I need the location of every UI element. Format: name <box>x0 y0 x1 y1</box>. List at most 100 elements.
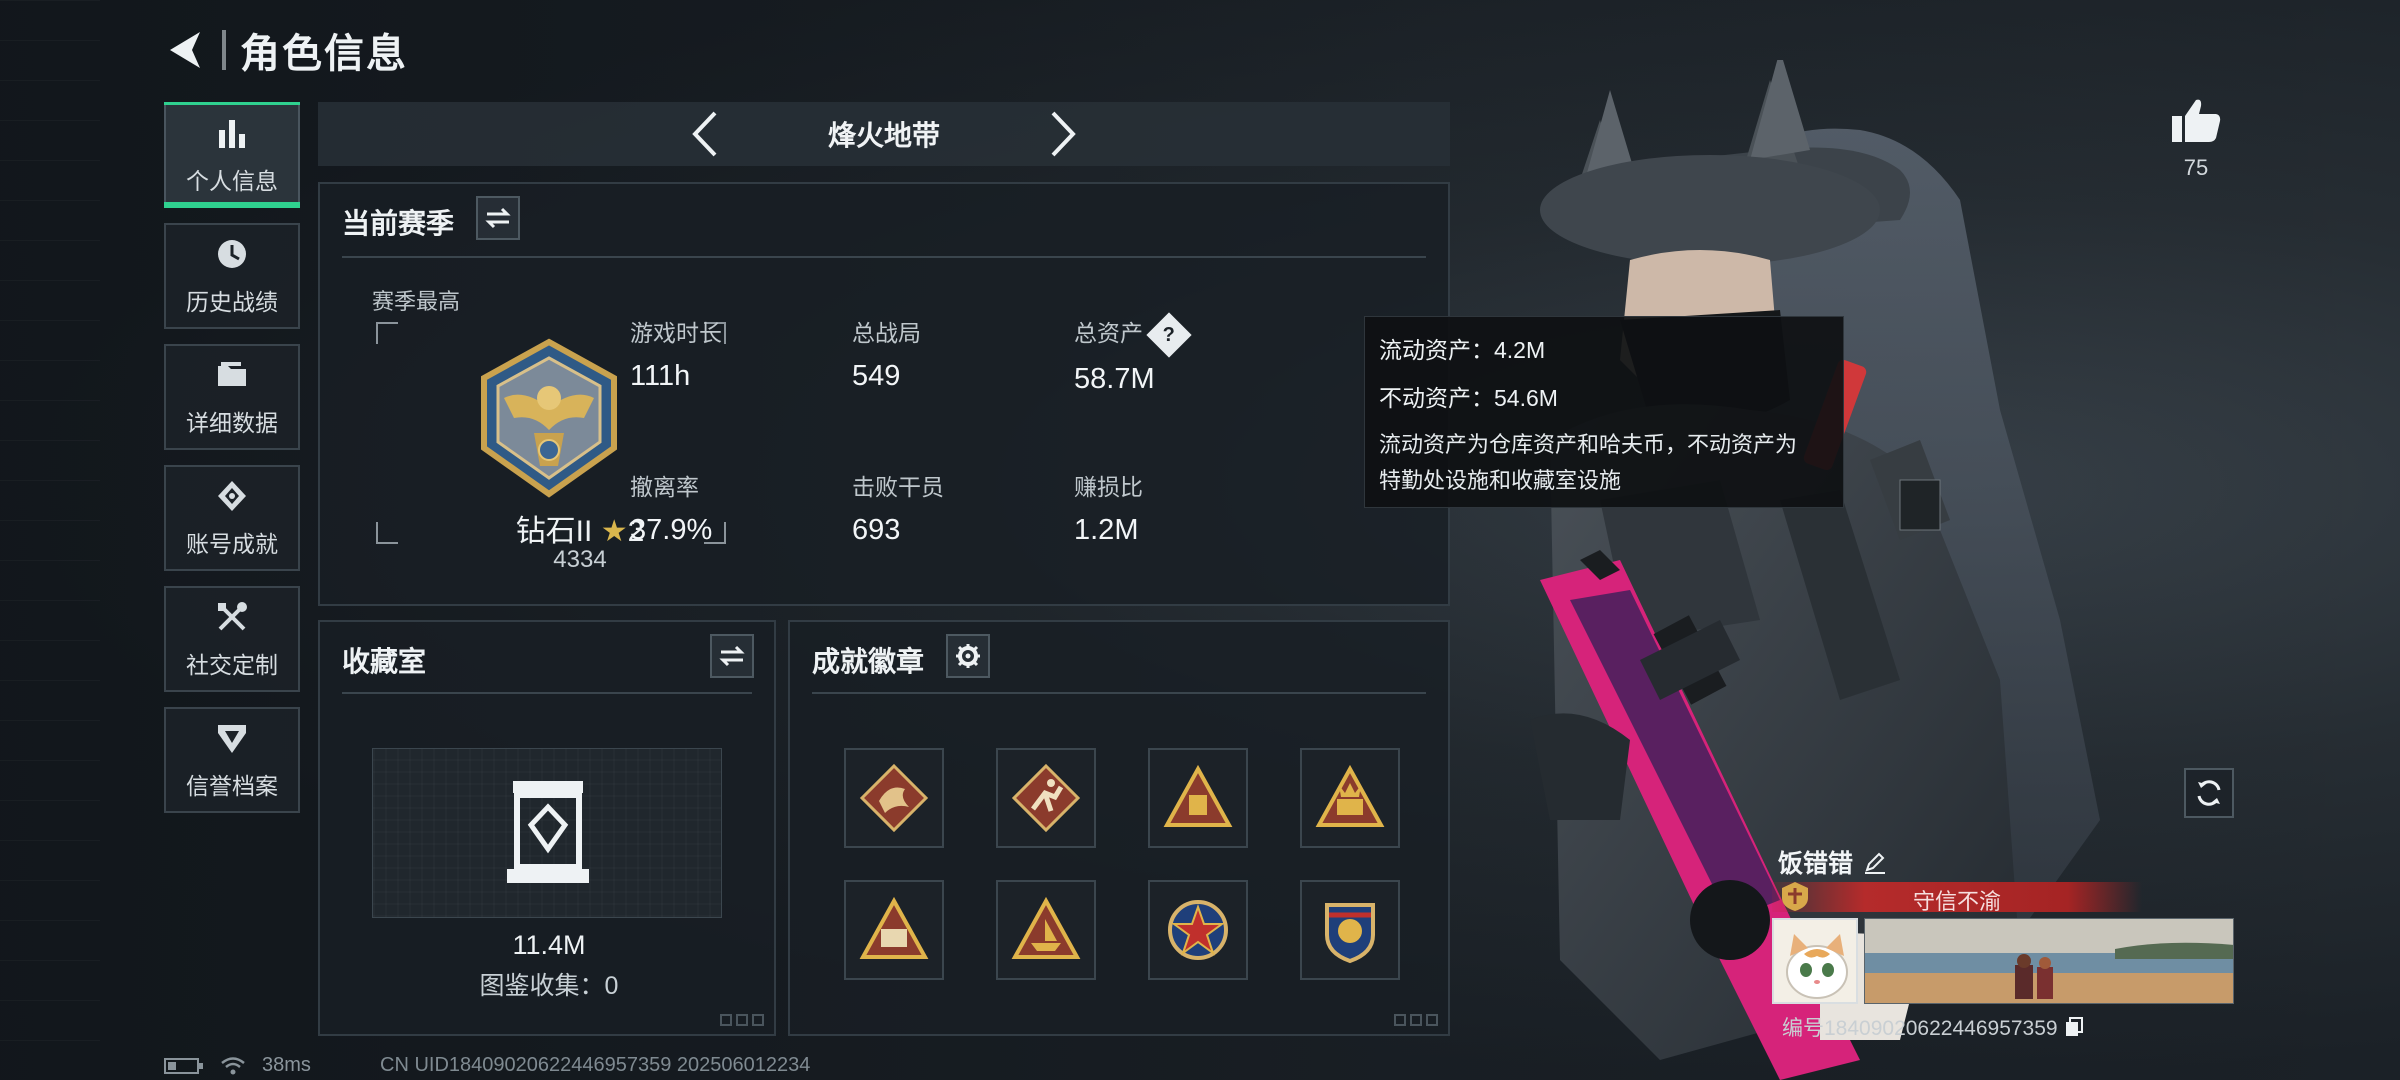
help-icon[interactable]: ? <box>1146 312 1192 358</box>
like-count: 75 <box>2183 155 2209 180</box>
refresh-button[interactable] <box>2184 768 2234 818</box>
fifty-triangle-badge-icon[interactable] <box>1300 748 1400 848</box>
mode-selector: 烽火地带 <box>318 102 1450 166</box>
sidebar-item-detailed-data[interactable]: 详细数据 <box>164 344 300 450</box>
stat-label: 总资产? <box>1074 312 1192 358</box>
stat-label: 总战局 <box>852 320 921 346</box>
season-title: 当前赛季 <box>342 208 455 239</box>
stat-play-time: 游戏时长 111h <box>630 314 722 393</box>
prev-mode-chevron-icon[interactable] <box>674 104 734 164</box>
stat-extraction-rate: 撤离率 37.9% <box>630 468 712 547</box>
next-mode-chevron-icon[interactable] <box>1034 104 1094 164</box>
honor-title: 守信不渝 <box>1912 889 2001 914</box>
tools-icon <box>213 598 251 636</box>
corner-decoration <box>1394 1014 1438 1026</box>
sidebar-item-personal-info[interactable]: 个人信息 <box>164 102 300 208</box>
sidebar-item-achievements[interactable]: 账号成就 <box>164 465 300 571</box>
rank-name: 钻石II <box>515 515 593 548</box>
swap-arrows-icon <box>485 207 511 229</box>
sidebar-item-label: 个人信息 <box>186 168 278 194</box>
stat-profit-loss: 赚损比 1.2M <box>1074 468 1143 547</box>
profile-banner <box>1864 918 2234 1004</box>
stat-label-text: 总资产 <box>1074 320 1143 346</box>
assets-description-2: 特勤处设施和收藏室设施 <box>1379 468 1622 493</box>
star-round-badge-icon[interactable] <box>1148 880 1248 980</box>
copy-icon[interactable] <box>2064 1016 2084 1038</box>
assets-description-1: 流动资产为仓库资产和哈夫币，不动资产为 <box>1379 432 1798 457</box>
page-title: 角色信息 <box>240 32 408 76</box>
collection-count: 图鉴收集：0 <box>479 972 619 1000</box>
stat-operators-defeated: 击败干员 693 <box>852 468 944 547</box>
sidebar-item-social[interactable]: 社交定制 <box>164 586 300 692</box>
profile-card: 饭错错 守信不渝 编号1840902062244695735​9 <box>1772 838 2234 1048</box>
stat-value: 37.9% <box>630 514 713 546</box>
badges-panel: 成就徽章 <box>788 620 1450 1036</box>
rank-medal-icon <box>481 338 617 498</box>
status-bar: 38ms <box>164 1054 311 1077</box>
sidebar-item-label: 社交定制 <box>186 652 278 678</box>
stat-value: 1.2M <box>1074 514 1139 546</box>
avatar[interactable] <box>1772 918 1858 1004</box>
honor-emblem-icon <box>1782 882 1808 911</box>
player-id: 编号1840902062244695735​9 <box>1782 1017 2058 1040</box>
rank-name-row: 钻石II ★2 <box>320 506 840 550</box>
badges-settings-button[interactable] <box>946 634 990 678</box>
divider <box>342 692 752 694</box>
frame-corner <box>376 322 398 344</box>
clock-icon <box>213 235 251 273</box>
stat-total-assets: 总资产? 58.7M <box>1074 312 1192 396</box>
like-widget[interactable]: 75 <box>2166 96 2226 181</box>
sidebar-item-label: 详细数据 <box>186 410 278 436</box>
sidebar-item-label: 账号成就 <box>186 531 278 557</box>
honor-ribbon: 守信不渝 <box>1772 882 2142 914</box>
star-icon: ★ <box>600 515 628 548</box>
badges-title: 成就徽章 <box>812 646 925 677</box>
divider <box>342 256 1426 258</box>
sidebar: 个人信息 历史战绩 详细数据 账号成就 社交定制 信誉档案 <box>164 102 300 828</box>
ship-triangle-badge-icon[interactable] <box>996 880 1096 980</box>
help-symbol: ? <box>1162 323 1176 346</box>
stat-label: 击败干员 <box>852 474 944 500</box>
uid-line: CN UID1840902062244695735​9 20250601223​… <box>380 1054 811 1076</box>
background-grid <box>0 0 100 1080</box>
rank-score: 4334 <box>553 546 607 573</box>
stat-value: 693 <box>852 514 901 546</box>
thumbs-up-icon <box>2172 99 2221 142</box>
fifty-b-triangle-badge-icon[interactable] <box>844 880 944 980</box>
gear-icon <box>956 644 980 668</box>
sidebar-item-history[interactable]: 历史战绩 <box>164 223 300 329</box>
refresh-icon <box>2197 780 2221 806</box>
back-arrow-icon[interactable] <box>160 26 208 74</box>
stat-value: 111h <box>630 360 691 392</box>
vault-preview[interactable] <box>372 748 722 918</box>
season-switch-button[interactable] <box>476 196 520 240</box>
gold-triangle-badge-icon[interactable] <box>1148 748 1248 848</box>
title-divider <box>222 30 226 70</box>
collection-switch-button[interactable] <box>710 634 754 678</box>
shield-round-badge-icon[interactable] <box>1300 880 1400 980</box>
runner-badge-icon[interactable] <box>996 748 1096 848</box>
badge-grid <box>844 748 1400 980</box>
collection-value: 11.4M <box>512 930 586 960</box>
sidebar-item-credit[interactable]: 信誉档案 <box>164 707 300 813</box>
season-panel: 当前赛季 赛季最高 钻石II ★2 4334 游戏时长 111h 总战局 549… <box>318 182 1450 606</box>
player-name-row: 饭错错 <box>1778 844 1887 880</box>
fixed-assets: 不动资产：54.6M <box>1379 385 1558 411</box>
edit-pencil-icon[interactable] <box>1863 850 1887 874</box>
collection-panel: 收藏室 11.4M 图鉴收集：0 <box>318 620 776 1036</box>
bar-chart-icon <box>213 114 251 152</box>
vault-display-icon <box>507 781 589 883</box>
ping-value: 38ms <box>262 1054 311 1076</box>
player-id-row: 编号1840902062244695735​9 <box>1782 1012 2084 1042</box>
swap-arrows-icon <box>719 645 745 667</box>
sidebar-item-label: 历史战绩 <box>186 289 278 315</box>
collection-title: 收藏室 <box>342 646 427 677</box>
stat-value: 58.7M <box>1074 362 1155 395</box>
folder-icon <box>213 356 251 394</box>
stat-label: 游戏时长 <box>630 320 722 346</box>
dragon-badge-icon[interactable] <box>844 748 944 848</box>
assets-tooltip: 流动资产：4.2M 不动资产：54.6M 流动资产为仓库资产和哈夫币，不动资产为… <box>1364 316 1844 508</box>
season-best-label: 赛季最高 <box>372 289 461 314</box>
stat-label: 赚损比 <box>1074 474 1143 500</box>
corner-decoration <box>720 1014 764 1026</box>
